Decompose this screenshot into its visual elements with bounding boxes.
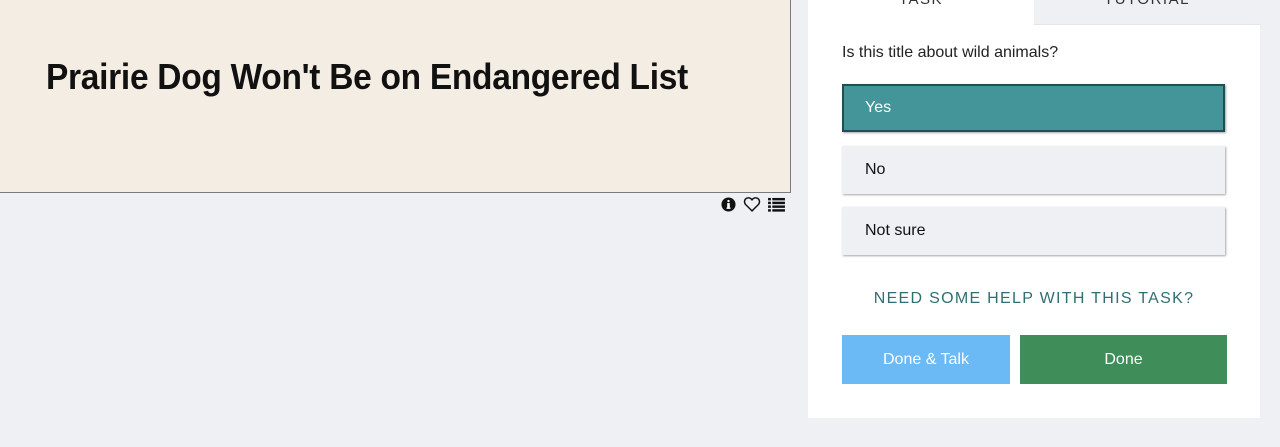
answer-yes-button[interactable]: Yes <box>842 84 1225 132</box>
task-panel: TASK TUTORIAL Is this title about wild a… <box>808 0 1260 418</box>
answer-label: No <box>865 161 886 178</box>
answer-not-sure-button[interactable]: Not sure <box>842 207 1225 255</box>
help-link[interactable]: NEED SOME HELP WITH THIS TASK? <box>808 290 1260 308</box>
info-icon[interactable] <box>719 195 737 213</box>
heart-icon[interactable] <box>743 195 761 213</box>
list-icon[interactable] <box>767 195 785 213</box>
tab-tutorial[interactable]: TUTORIAL <box>1034 0 1260 25</box>
done-and-talk-button[interactable]: Done & Talk <box>842 335 1010 384</box>
answer-label: Not sure <box>865 222 926 239</box>
subject-title-text: Prairie Dog Won't Be on Endangered List <box>46 56 688 97</box>
subject-toolbar <box>719 195 785 213</box>
done-button[interactable]: Done <box>1020 335 1227 384</box>
subject-image: Prairie Dog Won't Be on Endangered List <box>0 0 791 193</box>
tab-task[interactable]: TASK <box>808 0 1034 24</box>
task-question: Is this title about wild animals? <box>842 44 1059 61</box>
answer-no-button[interactable]: No <box>842 146 1225 194</box>
task-tabs: TASK TUTORIAL <box>808 0 1260 25</box>
answer-label: Yes <box>865 99 892 116</box>
